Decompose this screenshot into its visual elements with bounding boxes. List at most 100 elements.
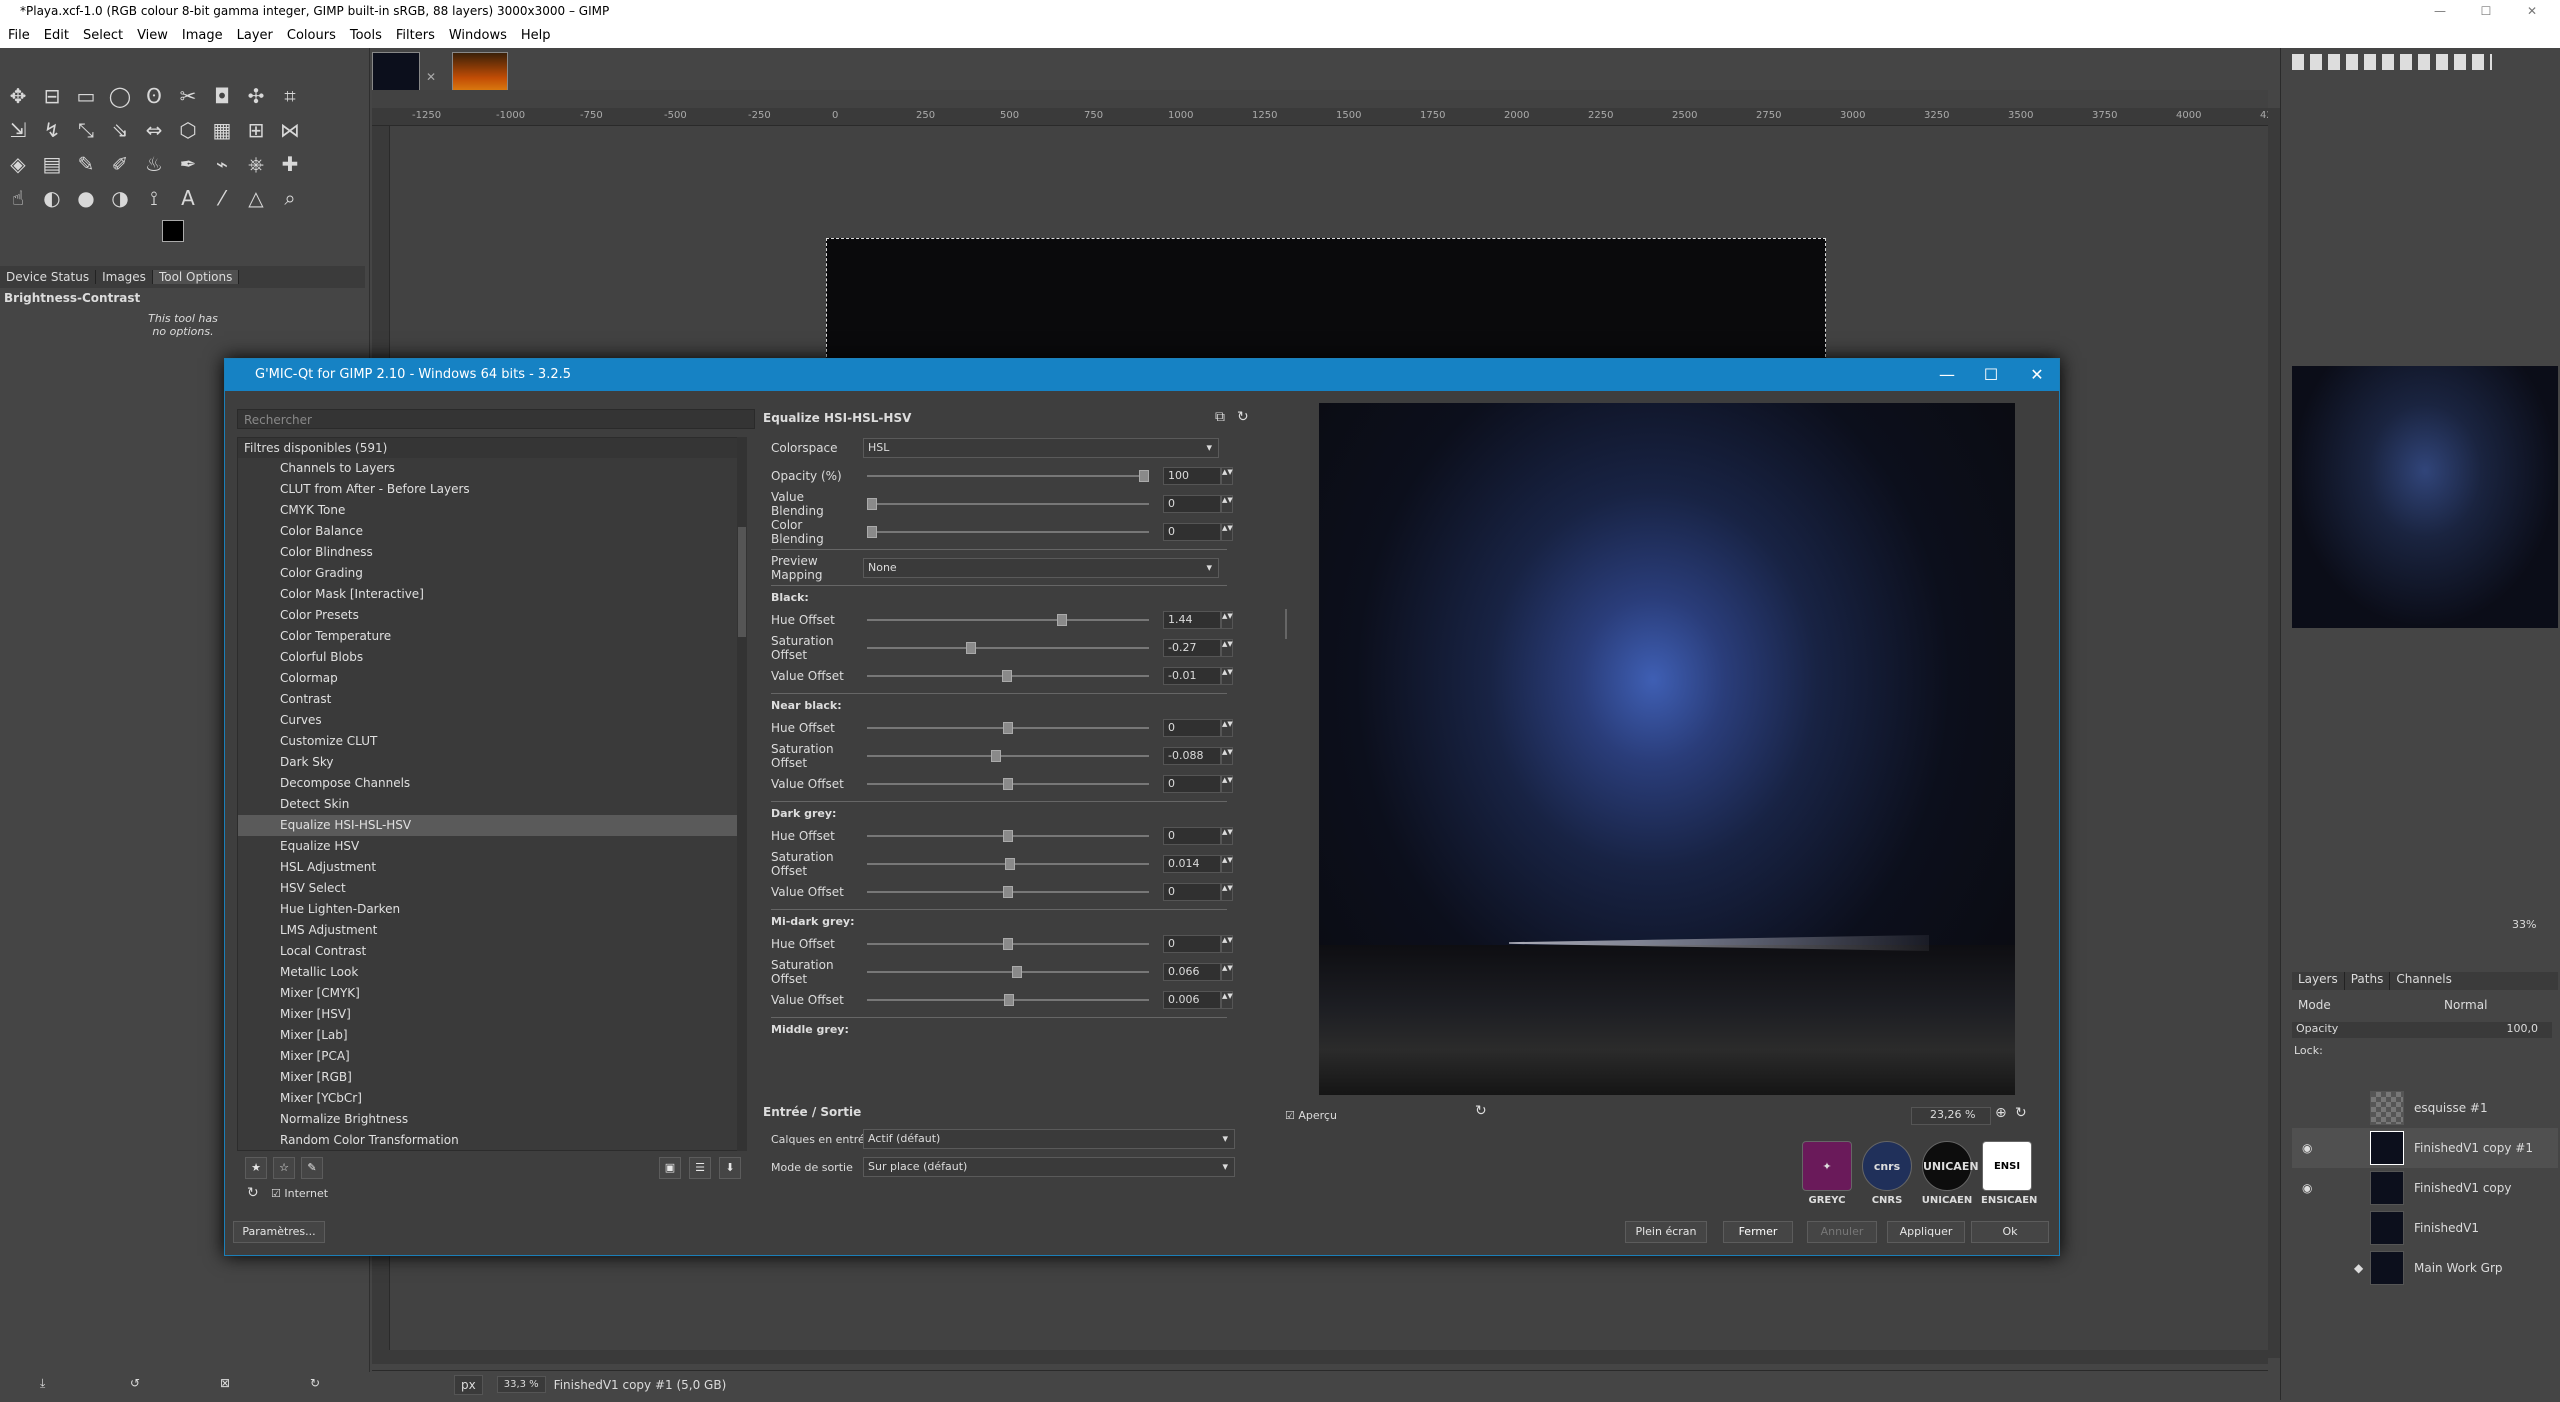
output-mode-select[interactable]: Sur place (défaut) [863, 1157, 1235, 1177]
filter-item[interactable]: Mixer [YCbCr] [238, 1088, 746, 1109]
input-layers-select[interactable]: Actif (défaut) [863, 1129, 1235, 1149]
minimize-icon[interactable]: — [2420, 0, 2460, 22]
spin-arrows-icon[interactable]: ▲▼ [1221, 883, 1233, 901]
burn-icon[interactable]: ◑ [104, 182, 136, 214]
menu-help[interactable]: Help [521, 28, 551, 43]
foreground-color-swatch[interactable] [162, 220, 184, 242]
minimize-icon[interactable]: — [1925, 359, 1969, 391]
paths-icon[interactable]: ⟟ [138, 182, 170, 214]
spin-arrows-icon[interactable]: ▲▼ [1221, 523, 1233, 541]
opacity-spinbox[interactable]: 100 [1163, 467, 1221, 485]
hue-offset-spinbox[interactable]: 0 [1163, 827, 1221, 845]
filter-item[interactable]: Mixer [CMYK] [238, 983, 746, 1004]
mypaint-icon[interactable]: ⌁ [206, 148, 238, 180]
settings-button[interactable]: Paramètres... [233, 1221, 325, 1243]
transform-icon[interactable]: ⇲ [2, 114, 34, 146]
measure-icon[interactable]: △ [240, 182, 272, 214]
mode-select[interactable]: Normal [2444, 998, 2487, 1012]
horizontal-scrollbar[interactable] [372, 1350, 2268, 1364]
cancel-button[interactable]: Annuler [1807, 1221, 1877, 1243]
filter-item[interactable]: Channels to Layers [238, 458, 746, 479]
spin-arrows-icon[interactable]: ▲▼ [1221, 827, 1233, 845]
hue-offset-spinbox[interactable]: 0 [1163, 719, 1221, 737]
opacity-value[interactable]: 100,0 [2507, 1022, 2539, 1035]
saturation-offset-spinbox[interactable]: 0.066 [1163, 963, 1221, 981]
menu-windows[interactable]: Windows [449, 28, 507, 43]
save-options-icon[interactable]: ⤓ [40, 1376, 45, 1391]
spin-arrows-icon[interactable]: ▲▼ [1221, 611, 1233, 629]
filter-item[interactable]: HSL Adjustment [238, 857, 746, 878]
saturation-offset-slider[interactable] [867, 858, 1149, 870]
ellipse-select-icon[interactable]: ◯ [104, 80, 136, 112]
tab-channels[interactable]: Channels [2390, 972, 2458, 990]
filter-item[interactable]: Mixer [HSV] [238, 1004, 746, 1025]
menu-filters[interactable]: Filters [396, 28, 435, 43]
pencil-icon[interactable]: ✎ [70, 148, 102, 180]
close-tab-icon[interactable]: ✕ [426, 70, 436, 84]
warp-icon[interactable]: ↯ [36, 114, 68, 146]
hue-offset-slider[interactable] [867, 938, 1149, 950]
maximize-icon[interactable]: ☐ [2466, 0, 2506, 22]
filter-item[interactable]: Mixer [RGB] [238, 1067, 746, 1088]
filter-item[interactable]: Mixer [PCA] [238, 1046, 746, 1067]
value-offset-spinbox[interactable]: 0 [1163, 883, 1221, 901]
eye-icon[interactable]: ◉ [2302, 1181, 2312, 1195]
internet-checkbox[interactable]: ☑ Internet [271, 1187, 328, 1200]
filter-tree[interactable]: Filtres disponibles (591) Channels to La… [237, 437, 747, 1151]
eye-icon[interactable]: ◉ [2302, 1141, 2312, 1155]
hue-offset-slider[interactable] [867, 830, 1149, 842]
preview-refresh-icon[interactable]: ↻ [2015, 1105, 2027, 1121]
scissors-icon[interactable]: ✂ [172, 80, 204, 112]
opacity-slider[interactable] [867, 470, 1149, 482]
close-icon[interactable]: ✕ [2512, 0, 2552, 22]
spin-arrows-icon[interactable]: ▲▼ [1221, 935, 1233, 953]
fullscreen-button[interactable]: Plein écran [1625, 1221, 1707, 1243]
tab-layers[interactable]: Layers [2292, 972, 2345, 990]
maximize-icon[interactable]: ☐ [1969, 359, 2013, 391]
gradient-icon[interactable]: ▤ [36, 148, 68, 180]
spin-arrows-icon[interactable]: ▲▼ [1221, 991, 1233, 1009]
value-offset-slider[interactable] [867, 994, 1149, 1006]
rect-select-icon[interactable]: ▭ [70, 80, 102, 112]
zoom-reset-icon[interactable]: ⊕ [1995, 1105, 2007, 1121]
text-icon[interactable]: A [172, 182, 204, 214]
filter-item[interactable]: Mixer [Lab] [238, 1025, 746, 1046]
handle-transform-icon[interactable]: ⋈ [274, 114, 306, 146]
menu-image[interactable]: Image [182, 28, 223, 43]
menu-file[interactable]: File [8, 28, 30, 43]
filter-item[interactable]: Local Contrast [238, 941, 746, 962]
navigation-preview[interactable] [2292, 366, 2558, 628]
spin-arrows-icon[interactable]: ▲▼ [1221, 963, 1233, 981]
menu-edit[interactable]: Edit [44, 28, 69, 43]
dodge-icon[interactable]: ● [70, 182, 102, 214]
zoom-select[interactable]: 33,3 % [496, 1376, 546, 1393]
scale-icon[interactable]: ⤡ [70, 114, 102, 146]
expand-all-icon[interactable]: ☰ [689, 1157, 711, 1179]
splitter-handle[interactable] [1285, 609, 1287, 639]
clone-icon[interactable]: ⎈ [240, 148, 272, 180]
filter-item[interactable]: HSV Select [238, 878, 746, 899]
delete-options-icon[interactable]: ⊠ [220, 1376, 230, 1390]
color-picker-icon[interactable]: ⁄ [206, 182, 238, 214]
apply-button[interactable]: Appliquer [1887, 1221, 1965, 1243]
filter-item[interactable]: Color Temperature [238, 626, 746, 647]
fuzzy-select-icon[interactable]: ✣ [240, 80, 272, 112]
ok-button[interactable]: Ok [1971, 1221, 2049, 1243]
ink-icon[interactable]: ✒ [172, 148, 204, 180]
layer-row[interactable]: ◆ Main Work Grp [2292, 1248, 2558, 1288]
filter-item[interactable]: Equalize HSV [238, 836, 746, 857]
menu-layer[interactable]: Layer [237, 28, 273, 43]
reset-params-icon[interactable]: ↻ [1237, 409, 1249, 425]
flip-icon[interactable]: ⇔ [138, 114, 170, 146]
saturation-offset-slider[interactable] [867, 966, 1149, 978]
filter-scrollbar[interactable] [737, 437, 747, 1151]
filter-item[interactable]: Detect Skin [238, 794, 746, 815]
filter-item[interactable]: Color Blindness [238, 542, 746, 563]
preview-image[interactable] [1319, 403, 2015, 1095]
spin-arrows-icon[interactable]: ▲▼ [1221, 775, 1233, 793]
bucket-fill-icon[interactable]: ◈ [2, 148, 34, 180]
tab-paths[interactable]: Paths [2345, 972, 2391, 990]
io-reset-icon[interactable]: ↻ [1475, 1103, 1487, 1119]
close-icon[interactable]: ✕ [2015, 359, 2059, 391]
remove-fave-icon[interactable]: ☆ [273, 1157, 295, 1179]
